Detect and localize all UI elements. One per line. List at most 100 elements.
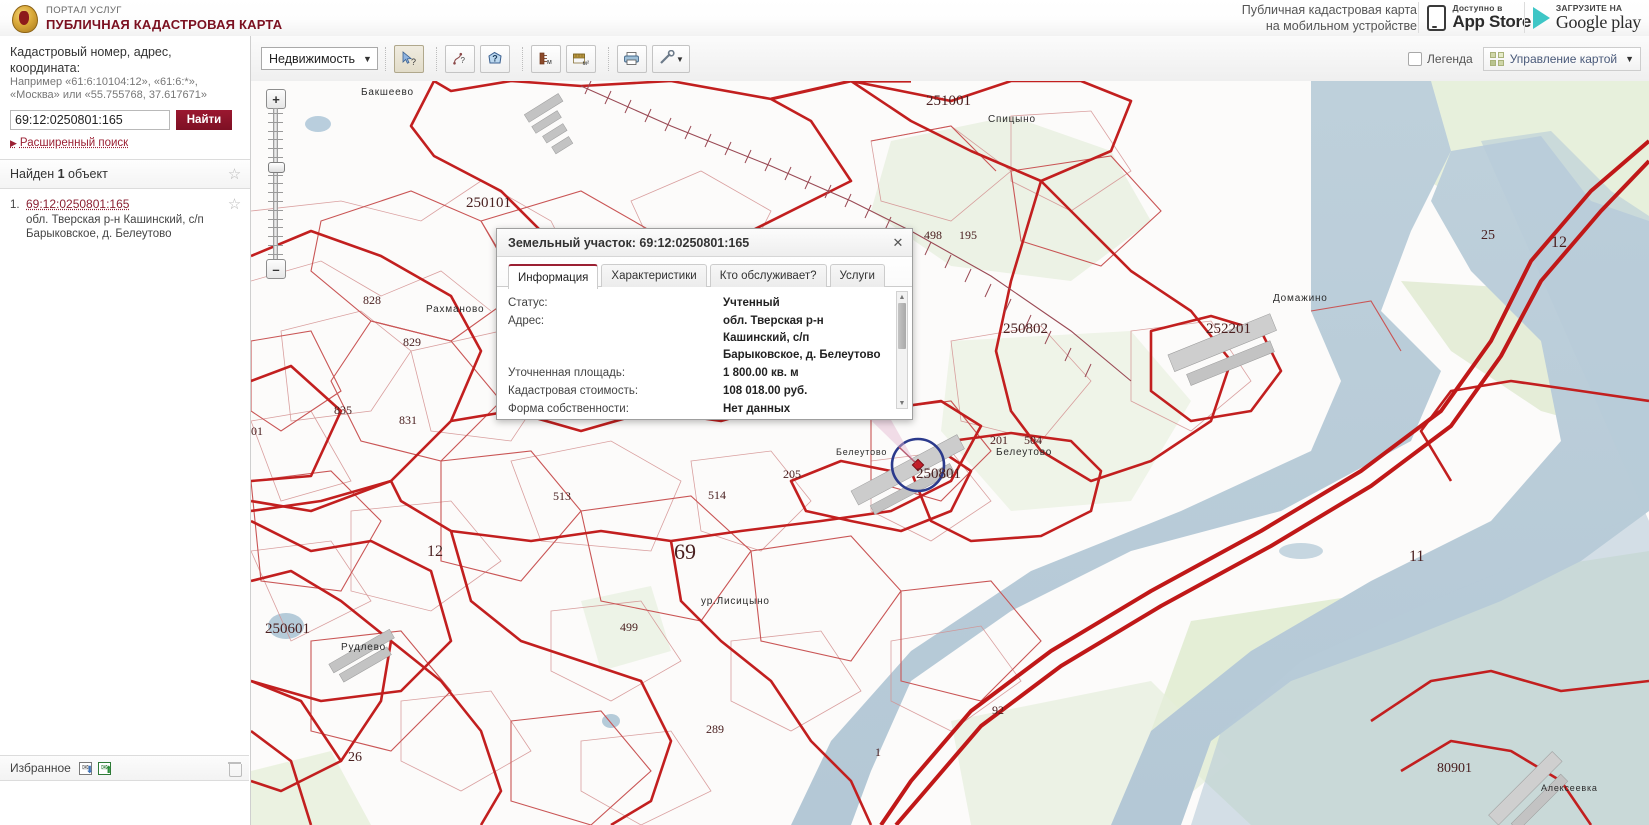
xls-export-icon[interactable]: ✉ ⬆ bbox=[97, 761, 113, 775]
popup-fields: Статус: Учтенный Адрес: обл. Тверская р-н Ка… bbox=[508, 295, 912, 418]
brand-block: ПОРТАЛ УСЛУГ ПУБЛИЧНАЯ КАДАСТРОВАЯ КАРТА bbox=[10, 3, 282, 33]
zoom-tick bbox=[268, 253, 283, 255]
map-toolbar: Недвижимость ▼ ? ? ? м м² ▼ Легенда Упра… bbox=[251, 36, 1649, 82]
tools-tool[interactable]: ▼ bbox=[651, 44, 690, 73]
popup-field-value: Нет данных bbox=[723, 403, 791, 415]
popup-tab-label: Информация bbox=[518, 271, 589, 284]
legend-checkbox[interactable] bbox=[1408, 52, 1423, 66]
advanced-search-link[interactable]: ▶ Расширенный поиск bbox=[10, 137, 240, 149]
popup-field-value-line: Кашинский, с/п bbox=[723, 332, 810, 344]
results-suffix: объект bbox=[64, 167, 108, 181]
popup-scrollbar[interactable]: ▲ ▼ bbox=[896, 291, 908, 409]
trash-icon[interactable] bbox=[228, 761, 242, 777]
popup-tab-0[interactable]: Информация bbox=[508, 264, 599, 289]
scroll-down-icon[interactable]: ▼ bbox=[897, 398, 907, 408]
favorite-star-icon[interactable]: ☆ bbox=[227, 197, 242, 212]
popup-tab-2[interactable]: Кто обслуживает? bbox=[709, 264, 827, 287]
popup-field-row: Кадастровая стоимость: 108 018.00 руб. bbox=[508, 383, 912, 400]
chevron-down-icon: ▼ bbox=[363, 53, 372, 64]
popup-field-row: Статус: Учтенный bbox=[508, 295, 912, 312]
layer-select[interactable]: Недвижимость ▼ bbox=[261, 47, 378, 70]
favorites-label: Избранное bbox=[10, 761, 71, 775]
promo-line-1: Публичная кадастровая карта bbox=[1241, 3, 1417, 17]
popup-field-key: Статус: bbox=[508, 297, 548, 309]
popup-field-row: Адрес: обл. Тверская р-н Кашинский, с/п Бар… bbox=[508, 313, 912, 364]
popup-tabs: Информация Характеристики Кто обслуживает?… bbox=[497, 257, 912, 289]
popup-field-value: обл. Тверская р-н Кашинский, с/п Барыковск… bbox=[723, 313, 880, 364]
zoom-out-button[interactable]: – bbox=[266, 259, 286, 279]
zoom-tick bbox=[268, 218, 283, 220]
favorite-all-star-icon[interactable]: ☆ bbox=[227, 167, 242, 182]
popup-field-key: Форма собственности: bbox=[508, 403, 629, 415]
svg-text:?: ? bbox=[492, 54, 498, 64]
russia-emblem-icon bbox=[10, 3, 38, 33]
layers-grid-icon bbox=[1489, 52, 1504, 66]
zoom-tick bbox=[268, 139, 283, 141]
select-pointer-tool[interactable]: ? bbox=[393, 44, 424, 73]
sidebar: Кадастровый номер, адрес, координата: На… bbox=[0, 36, 251, 825]
find-button[interactable]: Найти bbox=[176, 110, 232, 130]
zoom-tick bbox=[268, 201, 283, 202]
xls-import-icon[interactable]: ✉ ⬇ bbox=[78, 761, 94, 775]
results-list: 1. 69:12:0250801:165 обл. Тверская р-н К… bbox=[0, 189, 250, 241]
search-input[interactable] bbox=[10, 110, 170, 130]
zoom-tick bbox=[268, 183, 283, 185]
popup-field-key: Адрес: bbox=[508, 315, 545, 327]
polygon-query-tool[interactable]: ? bbox=[479, 44, 510, 73]
zoom-in-button[interactable]: + bbox=[266, 89, 286, 109]
results-count-text: Найден 1 объект bbox=[10, 167, 227, 181]
toolbar-separator bbox=[607, 46, 610, 71]
map-control-dropdown[interactable]: Управление картой ▼ bbox=[1482, 47, 1641, 71]
toolbar-separator bbox=[435, 46, 438, 71]
results-header: Найден 1 объект ☆ bbox=[0, 160, 250, 189]
measure-length-tool[interactable]: м bbox=[530, 44, 561, 73]
search-hint-line-1: Например «61:6:10104:12», «61:6:*», bbox=[10, 76, 198, 88]
favorites-bar: Избранное ✉ ⬇ ✉ ⬆ bbox=[0, 755, 249, 781]
result-address: обл. Тверская р-н Кашинский, с/п Барыков… bbox=[26, 214, 204, 240]
zoom-tick bbox=[268, 148, 283, 150]
popup-field-value: 1 800.00 кв. м bbox=[723, 367, 799, 379]
popup-field-value: Учтенный bbox=[723, 297, 780, 309]
zoom-tick bbox=[268, 236, 283, 238]
svg-text:м: м bbox=[547, 59, 552, 66]
zoom-slider-thumb[interactable] bbox=[268, 162, 285, 173]
scrollbar-thumb[interactable] bbox=[898, 303, 906, 349]
results-count: 1 bbox=[57, 167, 65, 181]
popup-tab-1[interactable]: Характеристики bbox=[601, 264, 707, 287]
chevron-right-icon: ▶ bbox=[10, 138, 17, 148]
measure-area-tool[interactable]: м² bbox=[565, 44, 596, 73]
popup-field-row: Форма собственности: Нет данных bbox=[508, 401, 912, 418]
promo-line-2: на мобильном устройстве bbox=[1265, 19, 1417, 33]
svg-text:?: ? bbox=[461, 56, 466, 65]
measure-path-tool[interactable]: ? bbox=[444, 44, 475, 73]
zoom-control[interactable]: + – bbox=[265, 89, 287, 279]
google-play-button[interactable]: ЗАГРУЗИТЕ НА Google play bbox=[1523, 2, 1649, 33]
zoom-tick bbox=[268, 130, 283, 132]
toolbar-separator bbox=[384, 46, 387, 71]
legend-label: Легенда bbox=[1427, 52, 1473, 66]
result-cadastral-number[interactable]: 69:12:0250801:165 bbox=[26, 197, 227, 211]
results-prefix: Найден bbox=[10, 167, 58, 181]
search-row: Найти bbox=[10, 110, 240, 130]
print-tool[interactable] bbox=[616, 44, 647, 73]
map-vector-layer bbox=[251, 81, 1649, 825]
zoom-tick bbox=[268, 192, 283, 194]
popup-tab-label: Характеристики bbox=[611, 270, 697, 282]
popup-field-value-line: Барыковское, д. Белеутово bbox=[723, 349, 881, 361]
zoom-tick bbox=[268, 113, 283, 114]
popup-tab-3[interactable]: Услуги bbox=[829, 264, 885, 287]
list-item[interactable]: 1. 69:12:0250801:165 обл. Тверская р-н К… bbox=[10, 197, 242, 241]
zoom-tick bbox=[268, 121, 283, 123]
popup-tab-label: Услуги bbox=[839, 270, 875, 282]
toolbar-right-controls: Легенда Управление картой ▼ bbox=[1408, 47, 1641, 71]
scroll-up-icon[interactable]: ▲ bbox=[897, 292, 907, 302]
zoom-tick bbox=[268, 174, 283, 176]
app-store-label: App Store bbox=[1452, 12, 1531, 31]
app-header: ПОРТАЛ УСЛУГ ПУБЛИЧНАЯ КАДАСТРОВАЯ КАРТА… bbox=[0, 0, 1649, 37]
app-store-button[interactable]: Доступно в App Store bbox=[1418, 2, 1539, 33]
toolbar-separator bbox=[521, 46, 524, 71]
close-icon[interactable]: ✕ bbox=[890, 235, 906, 251]
map-canvas[interactable]: 2501018528288298318350125100149819525080… bbox=[251, 81, 1649, 825]
popup-body: Статус: Учтенный Адрес: обл. Тверская р-н Ка… bbox=[497, 287, 912, 425]
zoom-tick bbox=[268, 245, 283, 246]
